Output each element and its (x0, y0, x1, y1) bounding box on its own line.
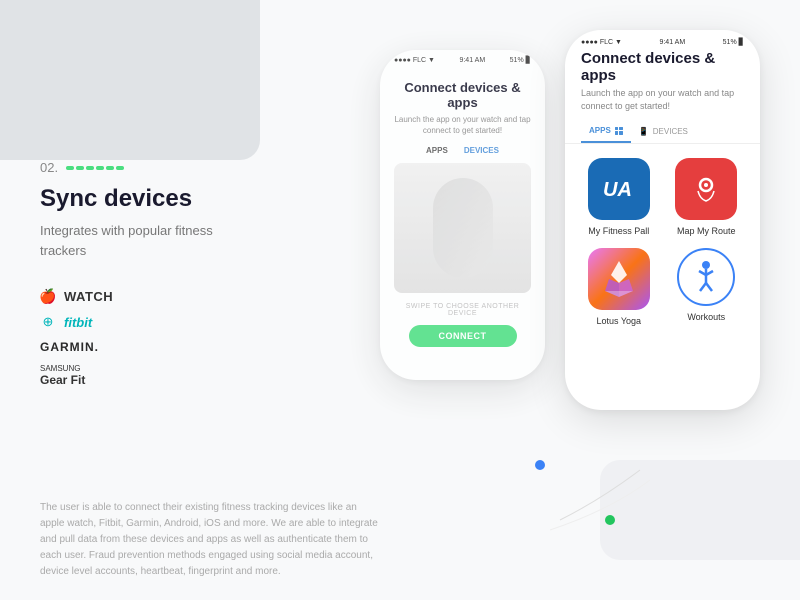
section-title: Sync devices (40, 185, 260, 213)
app-item-map[interactable]: Map My Route (669, 158, 745, 236)
step-dot-5 (106, 166, 114, 170)
phone-right-status: ●●●● FLC ▼ 9:41 AM 51% ▊ (565, 30, 760, 50)
app-name-yoga: Lotus Yoga (596, 316, 641, 326)
phone-left-subtitle: Launch the app on your watch and tap con… (394, 114, 531, 136)
workout-icon-svg (686, 257, 726, 297)
phone-left: ●●●● FLC ▼ 9:41 AM 51% ▊ Connect devices… (380, 50, 545, 380)
step-dot-2 (76, 166, 84, 170)
brand-garmin: GARMIN. (40, 340, 260, 354)
brand-samsung: SAMSUNG Gear Fit (40, 364, 260, 387)
apple-icon: 🍎 (40, 288, 56, 304)
phone-left-content: Connect devices & apps Launch the app on… (380, 68, 545, 359)
phone-left-status: ●●●● FLC ▼ 9:41 AM 51% ▊ (380, 50, 545, 68)
step-dot-1 (66, 166, 74, 170)
status-right-battery: 51% ▊ (723, 38, 744, 46)
section-desc: Integrates with popular fitness trackers (40, 221, 260, 260)
phone-left-tabbar: APPS DEVICES (394, 146, 531, 155)
brand-garmin-label: GARMIN. (40, 340, 99, 354)
brand-samsung-label: SAMSUNG Gear Fit (40, 364, 85, 387)
fitbit-icon: ⊕ (40, 314, 56, 330)
app-item-yoga[interactable]: Lotus Yoga (581, 248, 657, 326)
dot-green (605, 515, 615, 525)
phone-right-tabbar: APPS 📱 DEVICES (565, 122, 760, 144)
phone-left-title: Connect devices & apps (394, 80, 531, 110)
left-panel: 02. Sync devices Integrates with popular… (40, 160, 260, 387)
tab-apps-right[interactable]: APPS (581, 122, 631, 143)
grid-icon (615, 127, 623, 135)
app-name-fitness: My Fitness Pall (588, 226, 649, 236)
brand-fitbit: ⊕ fitbit (40, 314, 260, 330)
app-icon-ua: UA (588, 158, 650, 220)
phones-container: ●●●● FLC ▼ 9:41 AM 51% ▊ Connect devices… (380, 30, 760, 410)
devices-icon: 📱 (639, 127, 649, 136)
status-right-time: 9:41 AM (659, 39, 685, 46)
app-name-workout: Workouts (687, 312, 725, 322)
brand-fitbit-label: fitbit (64, 315, 92, 330)
app-icon-yoga (588, 248, 650, 310)
map-icon-svg (688, 171, 724, 207)
device-silhouette (433, 178, 493, 278)
tab-devices-left[interactable]: DEVICES (464, 146, 499, 155)
bg-shape-top (0, 0, 260, 160)
footer-text: The user is able to connect their existi… (40, 500, 380, 580)
app-icon-workout (677, 248, 735, 306)
step-dots (66, 166, 124, 170)
brand-apple-label: WATCH (64, 289, 113, 304)
phone-right: ●●●● FLC ▼ 9:41 AM 51% ▊ Connect devices… (565, 30, 760, 410)
status-left-battery: 51% ▊ (510, 56, 531, 64)
step-number: 02. (40, 160, 58, 175)
status-right-signal: ●●●● FLC ▼ (581, 39, 622, 46)
app-item-workout[interactable]: Workouts (669, 248, 745, 326)
app-name-map: Map My Route (677, 226, 736, 236)
yoga-icon-svg (599, 257, 639, 301)
step-dot-4 (96, 166, 104, 170)
app-item-fitness[interactable]: UA My Fitness Pall (581, 158, 657, 236)
ua-logo-svg: UA (601, 174, 637, 204)
swipe-text: SWIPE TO CHOOSE ANOTHER DEVICE (394, 303, 531, 317)
step-dot-6 (116, 166, 124, 170)
device-image-area (394, 163, 531, 293)
status-left-signal: ●●●● FLC ▼ (394, 57, 435, 64)
dot-blue (535, 460, 545, 470)
step-label: 02. (40, 160, 260, 175)
connect-button[interactable]: CONNECT (409, 325, 517, 347)
tab-apps-label: APPS (589, 126, 611, 135)
tab-apps-left[interactable]: APPS (426, 146, 448, 155)
phone-right-subtitle: Launch the app on your watch and tap con… (565, 87, 760, 112)
status-left-time: 9:41 AM (459, 57, 485, 64)
app-icon-map (675, 158, 737, 220)
brand-apple: 🍎 WATCH (40, 288, 260, 304)
bg-shape-bottom-right (600, 460, 800, 560)
brand-list: 🍎 WATCH ⊕ fitbit GARMIN. SAMSUNG Gear Fi… (40, 288, 260, 387)
tab-devices-label: DEVICES (653, 127, 688, 136)
phone-right-title: Connect devices & apps (565, 50, 760, 84)
svg-text:UA: UA (603, 179, 632, 201)
step-dot-3 (86, 166, 94, 170)
tab-devices-right[interactable]: 📱 DEVICES (631, 122, 696, 143)
apps-grid: UA My Fitness Pall Map My Route (565, 158, 760, 326)
